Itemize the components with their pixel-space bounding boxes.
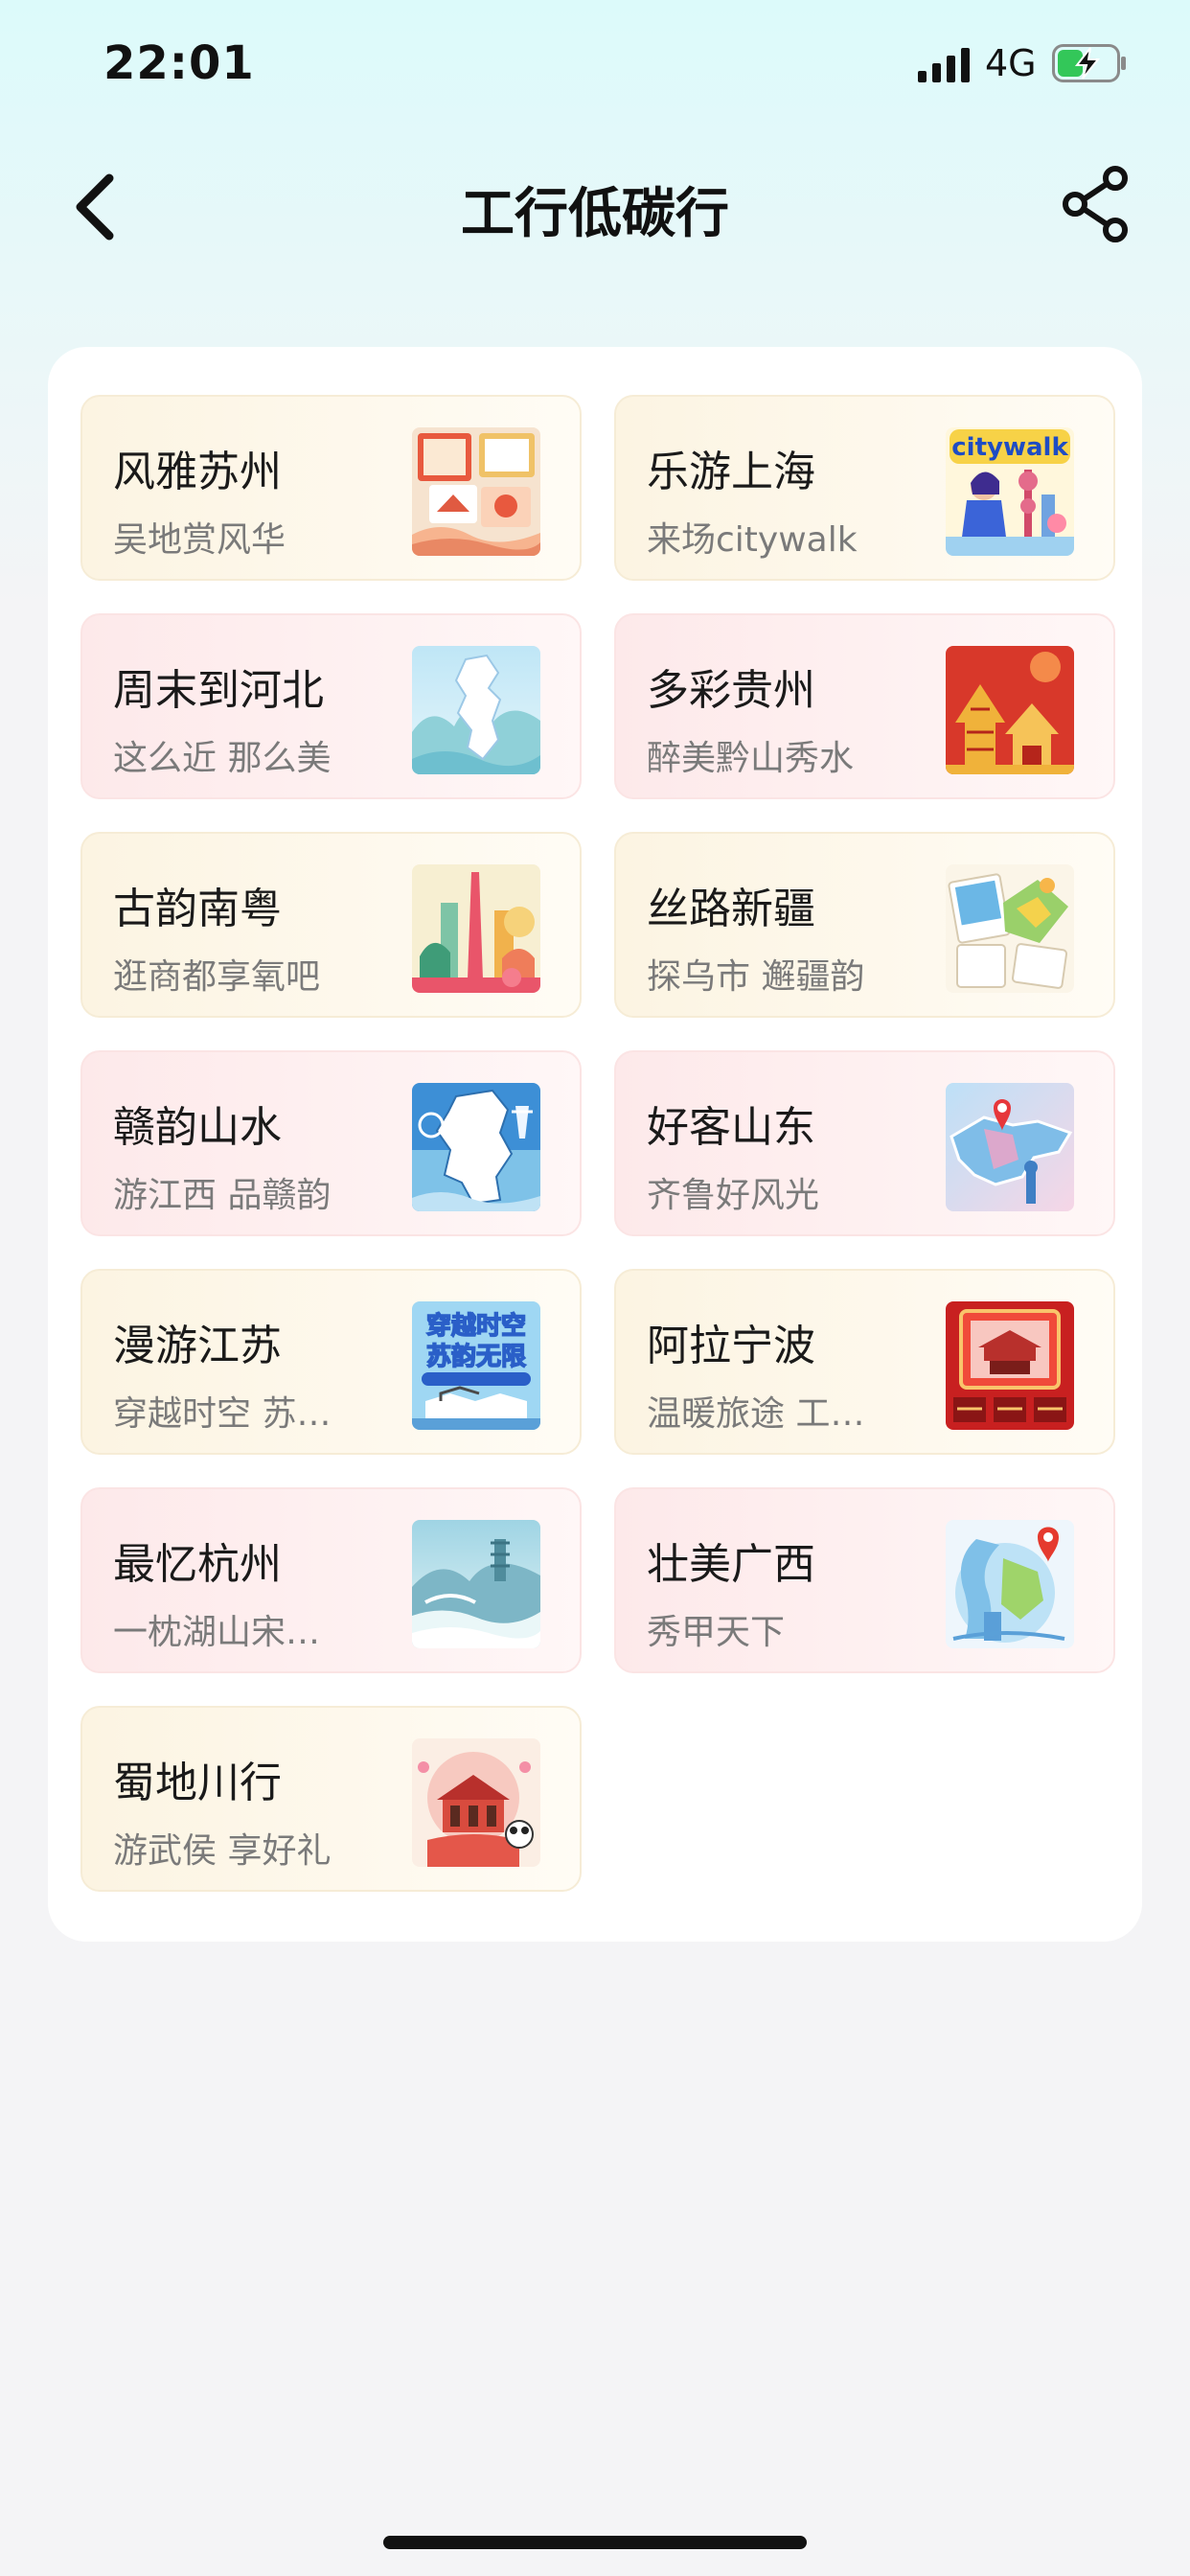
citywalk-logo-text: citywalk bbox=[951, 433, 1068, 462]
guizhou-illustration-icon bbox=[946, 646, 1074, 774]
guangdong-illustration-icon bbox=[412, 864, 540, 993]
signal-icon bbox=[918, 48, 970, 82]
city-card-shanghai[interactable]: 乐游上海 来场citywalk citywalk bbox=[614, 395, 1115, 581]
network-type: 4G bbox=[985, 42, 1037, 84]
city-card-ningbo[interactable]: 阿拉宁波 温暖旅途 工… bbox=[614, 1269, 1115, 1455]
card-title: 好客山东 bbox=[647, 1103, 815, 1152]
city-card-jiangsu[interactable]: 漫游江苏 穿越时空 苏… 穿越时空 苏韵无限 bbox=[80, 1269, 582, 1455]
card-subtitle: 游武侯 享好礼 bbox=[113, 1831, 332, 1871]
card-title: 蜀地川行 bbox=[113, 1759, 282, 1807]
city-card-suzhou[interactable]: 风雅苏州 吴地赏风华 bbox=[80, 395, 582, 581]
sichuan-illustration-icon bbox=[412, 1738, 540, 1867]
city-list-panel: 风雅苏州 吴地赏风华 乐游上海 来场citywalk citywalk 周末到河… bbox=[48, 347, 1142, 1942]
city-card-xinjiang[interactable]: 丝路新疆 探乌市 邂疆韵 bbox=[614, 832, 1115, 1018]
card-subtitle: 齐鲁好风光 bbox=[647, 1176, 820, 1215]
card-subtitle: 秀甲天下 bbox=[647, 1613, 786, 1652]
page-title: 工行低碳行 bbox=[461, 183, 729, 245]
card-subtitle: 一枕湖山宋时梦 bbox=[113, 1613, 353, 1652]
card-subtitle: 来场citywalk bbox=[647, 520, 858, 560]
card-title: 风雅苏州 bbox=[113, 448, 282, 496]
status-bar: 22:01 4G bbox=[0, 0, 1190, 134]
jiangsu-poster-title-1: 穿越时空 bbox=[426, 1311, 526, 1341]
card-title: 多彩贵州 bbox=[647, 666, 815, 715]
city-card-jiangxi[interactable]: 赣韵山水 游江西 品赣韵 bbox=[80, 1050, 582, 1236]
share-icon[interactable] bbox=[1060, 163, 1133, 245]
city-card-guangxi[interactable]: 壮美广西 秀甲天下 bbox=[614, 1487, 1115, 1673]
card-subtitle: 醉美黔山秀水 bbox=[647, 739, 855, 778]
city-card-guangdong[interactable]: 古韵南粤 逛商都享氧吧 bbox=[80, 832, 582, 1018]
card-subtitle: 探乌市 邂疆韵 bbox=[647, 957, 865, 997]
card-title: 赣韵山水 bbox=[113, 1103, 282, 1152]
card-title: 最忆杭州 bbox=[113, 1540, 282, 1589]
city-card-shandong[interactable]: 好客山东 齐鲁好风光 bbox=[614, 1050, 1115, 1236]
status-time: 22:01 bbox=[103, 36, 255, 90]
home-indicator[interactable] bbox=[383, 2536, 807, 2549]
shanghai-citywalk-illustration-icon: citywalk bbox=[946, 427, 1074, 556]
guangxi-illustration-icon bbox=[946, 1520, 1074, 1648]
city-grid: 风雅苏州 吴地赏风华 乐游上海 来场citywalk citywalk 周末到河… bbox=[80, 395, 1115, 1892]
jiangsu-poster-title-2: 苏韵无限 bbox=[426, 1342, 526, 1371]
jiangxi-map-illustration-icon bbox=[412, 1083, 540, 1211]
card-subtitle: 吴地赏风华 bbox=[113, 520, 286, 560]
suzhou-illustration-icon bbox=[412, 427, 540, 556]
ningbo-illustration-icon bbox=[946, 1301, 1074, 1430]
hangzhou-illustration-icon bbox=[412, 1520, 540, 1648]
card-title: 乐游上海 bbox=[647, 448, 815, 496]
card-title: 丝路新疆 bbox=[647, 885, 815, 933]
battery-charging-icon bbox=[1052, 44, 1126, 82]
city-card-hebei[interactable]: 周末到河北 这么近 那么美 bbox=[80, 613, 582, 799]
city-card-guizhou[interactable]: 多彩贵州 醉美黔山秀水 bbox=[614, 613, 1115, 799]
shandong-map-illustration-icon bbox=[946, 1083, 1074, 1211]
card-subtitle: 温暖旅途 工… bbox=[647, 1394, 865, 1434]
jiangsu-illustration-icon: 穿越时空 苏韵无限 bbox=[412, 1301, 540, 1430]
card-subtitle: 穿越时空 苏… bbox=[113, 1394, 332, 1434]
card-subtitle: 游江西 品赣韵 bbox=[113, 1176, 332, 1215]
card-title: 周末到河北 bbox=[113, 666, 324, 715]
city-card-sichuan[interactable]: 蜀地川行 游武侯 享好礼 bbox=[80, 1706, 582, 1892]
hebei-map-illustration-icon bbox=[412, 646, 540, 774]
card-title: 漫游江苏 bbox=[113, 1322, 282, 1370]
city-card-hangzhou[interactable]: 最忆杭州 一枕湖山宋时梦 bbox=[80, 1487, 582, 1673]
card-subtitle: 这么近 那么美 bbox=[113, 739, 332, 778]
card-subtitle: 逛商都享氧吧 bbox=[113, 957, 321, 997]
card-title: 古韵南粤 bbox=[113, 885, 282, 933]
card-title: 阿拉宁波 bbox=[647, 1322, 815, 1370]
xinjiang-illustration-icon bbox=[946, 864, 1074, 993]
card-title: 壮美广西 bbox=[647, 1540, 815, 1589]
